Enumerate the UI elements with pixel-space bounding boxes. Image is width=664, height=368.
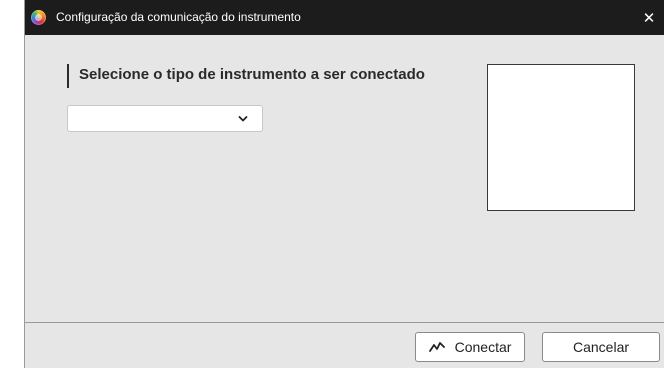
dialog-window: Configuração da comunicação do instrumen… bbox=[24, 0, 664, 368]
dialog-content: Selecione o tipo de instrumento a ser co… bbox=[25, 35, 664, 322]
close-button[interactable]: ✕ bbox=[633, 0, 664, 35]
connect-button-label: Conectar bbox=[454, 339, 512, 355]
chevron-down-icon bbox=[238, 116, 248, 122]
instrument-type-select[interactable] bbox=[67, 105, 263, 132]
window-title: Configuração da comunicação do instrumen… bbox=[56, 10, 301, 24]
cancel-button[interactable]: Cancelar bbox=[542, 332, 660, 362]
heading-accent-bar bbox=[67, 64, 69, 88]
cancel-button-label: Cancelar bbox=[572, 339, 630, 355]
connect-button[interactable]: Conectar bbox=[415, 332, 525, 362]
color-wheel-icon bbox=[31, 10, 46, 25]
title-bar: Configuração da comunicação do instrumen… bbox=[25, 0, 664, 35]
dialog-footer: Conectar Cancelar bbox=[25, 323, 664, 368]
close-icon: ✕ bbox=[642, 9, 656, 27]
instrument-preview-image bbox=[487, 64, 635, 211]
pulse-icon bbox=[428, 342, 445, 352]
section-heading: Selecione o tipo de instrumento a ser co… bbox=[79, 66, 425, 83]
